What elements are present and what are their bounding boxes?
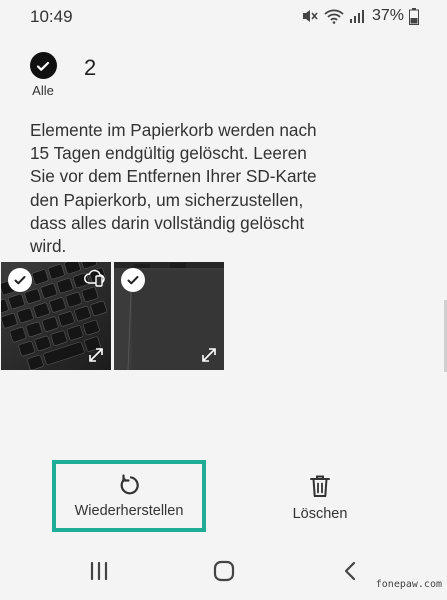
select-all-toggle[interactable]: Alle [28,52,58,98]
battery-percentage: 37% [371,7,404,24]
status-icons: 37% [301,6,419,26]
status-bar: 10:49 37% [0,0,447,34]
signal-icon [349,10,364,23]
delete-label: Löschen [292,506,348,522]
home-icon[interactable] [212,559,236,583]
delete-button[interactable]: Löschen [270,474,370,530]
trash-icon [310,475,330,497]
recents-icon[interactable] [88,560,110,582]
mute-icon [302,10,318,22]
selected-count: 2 [84,55,97,80]
check-icon [29,52,57,79]
expand-icon[interactable] [87,346,105,364]
trash-info-text: Elemente im Papierkorb werden nach 15 Ta… [30,120,317,257]
cloud-phone-icon [84,269,105,287]
battery-icon [409,7,419,25]
thumbnail-keyboard[interactable] [1,262,111,370]
wifi-icon [324,9,344,24]
select-all-label: Alle [32,83,54,98]
watermark: fonepaw.com [375,579,442,590]
check-icon[interactable] [121,268,145,292]
thumbnail-touchpad[interactable] [114,262,224,370]
restore-icon [120,474,139,495]
expand-icon[interactable] [200,346,218,364]
back-icon[interactable] [340,560,360,582]
check-icon[interactable] [8,268,32,292]
restore-label: Wiederherstellen [74,503,184,519]
status-time: 10:49 [30,7,73,26]
restore-button[interactable]: Wiederherstellen [52,460,206,532]
